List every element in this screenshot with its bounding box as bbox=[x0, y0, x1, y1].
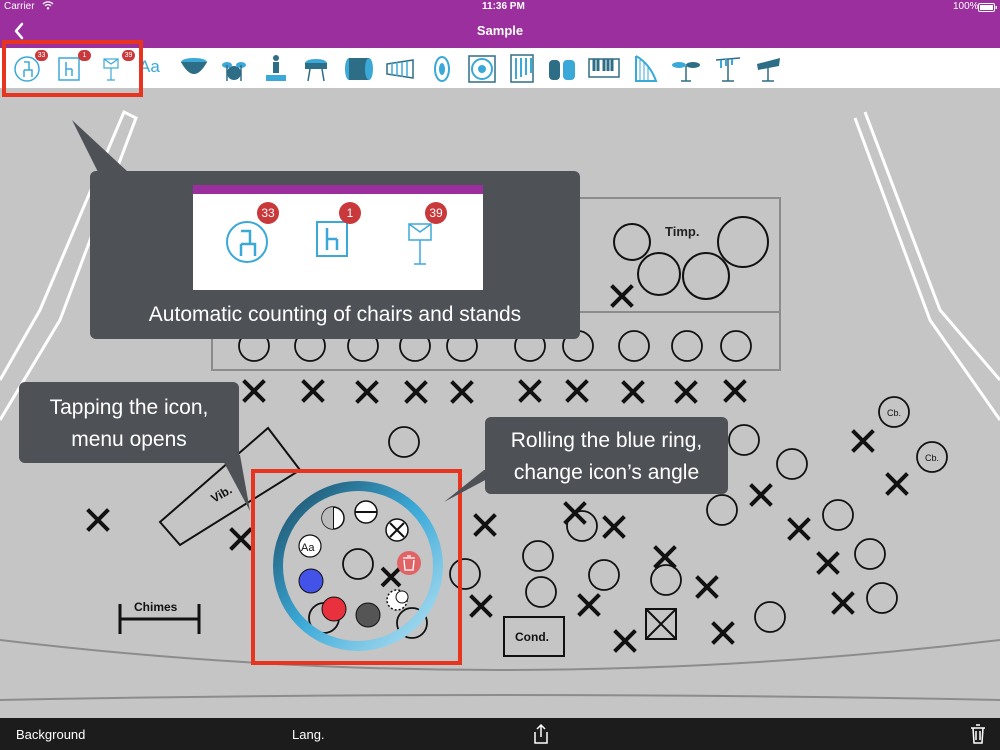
harp-tool-button[interactable] bbox=[630, 52, 662, 84]
page-title: Sample bbox=[476, 23, 524, 38]
keyboard-icon bbox=[588, 58, 620, 78]
podium-icon bbox=[266, 55, 286, 81]
conductor-box-icon[interactable] bbox=[645, 608, 677, 640]
conductor-stand-tool-button[interactable] bbox=[752, 52, 784, 84]
language-button[interactable]: Lang. bbox=[292, 727, 325, 742]
zoom-chair-icon: 33 bbox=[223, 202, 279, 264]
stage-front bbox=[0, 694, 1000, 701]
callout-pointer-tapping bbox=[220, 455, 250, 511]
bass-label-1: Cb. bbox=[887, 408, 901, 418]
battery-percent: 100% bbox=[953, 1, 979, 12]
background-button[interactable]: Background bbox=[16, 727, 85, 742]
callout-rolling-text: Rolling the blue ring, change icon’s ang… bbox=[510, 429, 703, 484]
xylophone-icon bbox=[386, 59, 414, 79]
callout-tapping-text: Tapping the icon, menu opens bbox=[49, 396, 209, 451]
xylophone-tool-button[interactable] bbox=[384, 52, 416, 84]
chimes-stand-icon bbox=[715, 57, 741, 82]
stage-edge bbox=[0, 639, 1000, 671]
stage-wall-right bbox=[853, 111, 1000, 421]
cymbal-icon bbox=[434, 56, 450, 82]
callout-tapping: Tapping the icon, menu opens bbox=[19, 382, 239, 463]
tubular-bells-tool-button[interactable] bbox=[506, 52, 538, 84]
chimes-stand-tool-button[interactable] bbox=[712, 52, 744, 84]
zoom-music-stand-icon: 39 bbox=[405, 202, 455, 274]
chimes-label: Chimes bbox=[134, 600, 178, 614]
gong-tool-button[interactable] bbox=[466, 52, 498, 84]
bongos-tool-button[interactable] bbox=[546, 52, 578, 84]
share-icon[interactable] bbox=[531, 723, 551, 748]
bass-drum-icon bbox=[345, 58, 373, 80]
podium-tool-button[interactable] bbox=[260, 52, 292, 84]
timbales-tool-button[interactable] bbox=[670, 52, 702, 84]
bongos-icon bbox=[549, 60, 575, 80]
callout-counting-text: Automatic counting of chairs and stands bbox=[148, 303, 522, 326]
zoom-stand-chair-count: 1 bbox=[339, 202, 361, 224]
snare-drum-icon bbox=[305, 59, 327, 82]
conductor-label: Cond. bbox=[515, 630, 549, 644]
bass-drum-tool-button[interactable] bbox=[342, 52, 374, 84]
trash-icon[interactable] bbox=[968, 723, 988, 748]
clock: 11:36 PM bbox=[482, 1, 525, 12]
bass-label-2: Cb. bbox=[925, 453, 939, 463]
gong-icon bbox=[468, 55, 496, 83]
harp-icon bbox=[635, 55, 658, 82]
text-tool-button[interactable]: Aa bbox=[139, 57, 171, 89]
drum-kit-icon bbox=[222, 62, 246, 81]
counter-zoom-panel: 33 1 39 bbox=[193, 185, 483, 290]
zoom-chair-count: 33 bbox=[257, 202, 279, 224]
zoom-square-chair-icon: 1 bbox=[311, 202, 361, 264]
instrument-toolbar: 33 1 39 Aa bbox=[0, 48, 1000, 88]
tubular-bells-icon bbox=[510, 54, 534, 83]
callout-counting: 33 1 39 Automatic counting of chairs and… bbox=[90, 171, 580, 339]
keyboard-tool-button[interactable] bbox=[588, 52, 620, 84]
snare-tool-button[interactable] bbox=[300, 52, 332, 84]
conductor-podium[interactable]: Cond. bbox=[503, 616, 565, 657]
chimes[interactable]: Chimes bbox=[118, 600, 201, 634]
ring-menu-highlight-box bbox=[251, 469, 462, 665]
cymbal-tool-button[interactable] bbox=[426, 52, 458, 84]
navigation-bar: Sample bbox=[0, 14, 1000, 48]
carrier-label: Carrier bbox=[4, 1, 35, 12]
callout-rolling: Rolling the blue ring, change icon’s ang… bbox=[485, 417, 728, 494]
timpani-tool-button[interactable] bbox=[178, 52, 210, 84]
wifi-icon bbox=[42, 0, 54, 13]
status-bar: Carrier 11:36 PM 100% bbox=[0, 0, 1000, 14]
conductor-stand-icon bbox=[757, 58, 780, 82]
drum-kit-tool-button[interactable] bbox=[218, 52, 250, 84]
zoom-music-stand-count: 39 bbox=[425, 202, 447, 224]
timpani-label: Timp. bbox=[665, 224, 699, 239]
bottom-toolbar: Background Lang. bbox=[0, 718, 1000, 750]
timbales-icon bbox=[672, 62, 700, 82]
timpani-icon bbox=[181, 58, 207, 74]
